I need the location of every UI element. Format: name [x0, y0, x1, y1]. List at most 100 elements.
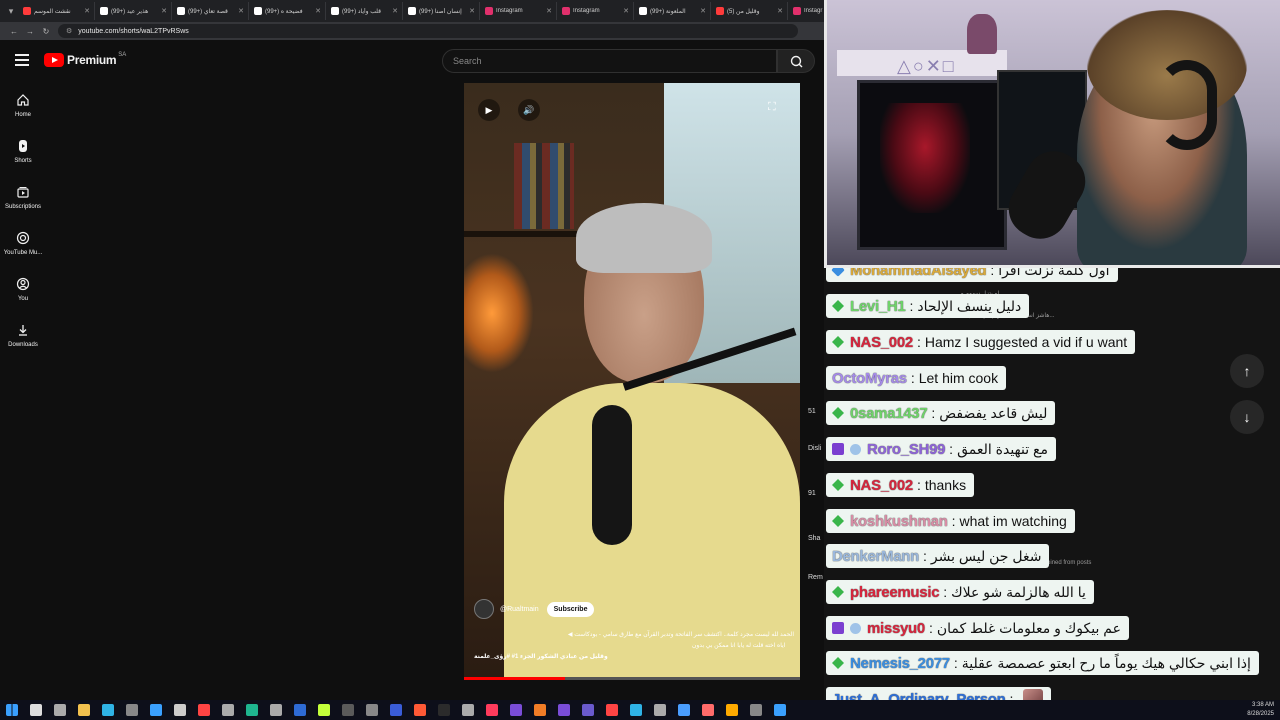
app-icon[interactable]	[174, 704, 186, 716]
chat-username[interactable]: NAS_002	[850, 477, 913, 494]
chat-username[interactable]: Nemesis_2077	[850, 655, 950, 672]
edge-icon[interactable]	[102, 704, 114, 716]
short-description[interactable]: الحمد لله ليست مجرد كلمة.. اكتشف سر الفا…	[474, 631, 794, 640]
chat-username[interactable]: phareemusic	[850, 584, 940, 601]
forward-icon[interactable]: →	[22, 27, 38, 36]
close-tab-icon[interactable]: ✕	[777, 7, 783, 15]
app-icon[interactable]	[582, 704, 594, 716]
app-icon[interactable]	[654, 704, 666, 716]
app-icon[interactable]	[366, 704, 378, 716]
address-bar[interactable]: ⚙ youtube.com/shorts/waL2TPvRSws	[58, 24, 798, 38]
browser-tab[interactable]: (99+) الملعونة ✕	[635, 2, 711, 20]
close-tab-icon[interactable]: ✕	[700, 7, 706, 15]
app-icon[interactable]	[558, 704, 570, 716]
browser-tab[interactable]: (99+) قصة تعاي ✕	[173, 2, 249, 20]
scroll-up-button[interactable]: ↑	[1230, 354, 1264, 388]
chat-username[interactable]: DenkerMann	[832, 548, 919, 565]
app-icon[interactable]	[390, 704, 402, 716]
chat-username[interactable]: Levi_H1	[850, 298, 906, 315]
shorts-video-player[interactable]: ▶ 🔊 ⛶ @Rualtmain Subscribe الحمد لله ليس…	[464, 83, 800, 680]
browser-tab[interactable]: نقشت الموسم ✕	[19, 2, 95, 20]
video-progress-fill	[464, 677, 565, 680]
chat-username[interactable]: 0sama1437	[850, 405, 928, 422]
app-icon[interactable]	[342, 704, 354, 716]
sidebar-item-shorts[interactable]: Shorts	[0, 128, 46, 174]
app-icon[interactable]	[534, 704, 546, 716]
app-icon[interactable]	[438, 704, 450, 716]
app-icon[interactable]	[750, 704, 762, 716]
browser-icon[interactable]	[150, 704, 162, 716]
browser-tab[interactable]: (99+) قلب وأياد ✕	[327, 2, 403, 20]
webcam-figure	[967, 14, 997, 54]
app-icon[interactable]	[486, 704, 498, 716]
close-tab-icon[interactable]: ✕	[623, 7, 629, 15]
channel-name[interactable]: @Rualtmain	[500, 606, 539, 613]
menu-icon[interactable]	[15, 54, 29, 66]
close-tab-icon[interactable]: ✕	[84, 7, 90, 15]
chat-text: thanks	[924, 477, 967, 493]
volume-button[interactable]: 🔊	[518, 99, 540, 121]
settings-icon[interactable]	[126, 704, 138, 716]
app-icon[interactable]	[294, 704, 306, 716]
back-icon[interactable]: ←	[6, 27, 22, 36]
app-icon[interactable]	[222, 704, 234, 716]
address-row: ← → ↻ ⚙ youtube.com/shorts/waL2TPvRSws	[0, 22, 824, 40]
close-tab-icon[interactable]: ✕	[546, 7, 552, 15]
close-tab-icon[interactable]: ✕	[392, 7, 398, 15]
browser-tab[interactable]: (99+) فضيحة ه ✕	[250, 2, 326, 20]
close-tab-icon[interactable]: ✕	[161, 7, 167, 15]
tab-favicon-icon	[408, 7, 416, 15]
app-icon[interactable]	[318, 704, 330, 716]
tab-search-icon[interactable]: ▾	[4, 6, 18, 17]
system-clock[interactable]: 3:38 AM 8/28/2025	[1247, 701, 1274, 719]
sidebar-item-youtube-music[interactable]: YouTube Mu...	[0, 220, 46, 266]
browser-tab[interactable]: (5) وقليل من ✕	[712, 2, 788, 20]
fullscreen-icon[interactable]: ⛶	[768, 101, 784, 117]
app-icon[interactable]	[678, 704, 690, 716]
app-icon[interactable]	[198, 704, 210, 716]
site-info-icon[interactable]: ⚙	[66, 27, 72, 35]
app-icon[interactable]	[774, 704, 786, 716]
expand-description-icon[interactable]: ◀	[568, 632, 573, 638]
browser-tab[interactable]: Instagram ✕	[481, 2, 557, 20]
search-button[interactable]	[777, 49, 815, 73]
chat-username[interactable]: Roro_SH99	[867, 441, 945, 458]
chat-username[interactable]: missyu0	[867, 620, 925, 637]
app-icon[interactable]	[726, 704, 738, 716]
chat-username[interactable]: NAS_002	[850, 334, 913, 351]
app-icon[interactable]	[246, 704, 258, 716]
brand-label: Premium	[67, 53, 117, 67]
sidebar-item-home[interactable]: Home	[0, 82, 46, 128]
search-icon[interactable]	[30, 704, 42, 716]
sidebar-item-you[interactable]: You	[0, 266, 46, 312]
browser-tab[interactable]: Instagram ✕	[558, 2, 634, 20]
file-explorer-icon[interactable]	[78, 704, 90, 716]
tab-favicon-icon	[254, 7, 262, 15]
channel-avatar[interactable]	[474, 599, 494, 619]
app-icon[interactable]	[702, 704, 714, 716]
sidebar-item-subscriptions[interactable]: Subscriptions	[0, 174, 46, 220]
reload-icon[interactable]: ↻	[38, 27, 54, 36]
app-icon[interactable]	[630, 704, 642, 716]
video-progress-bar[interactable]	[464, 677, 800, 680]
close-tab-icon[interactable]: ✕	[238, 7, 244, 15]
youtube-logo[interactable]: Premium SA	[44, 52, 126, 67]
windows-icon[interactable]	[6, 704, 18, 716]
browser-tab[interactable]: (99+) إنسان أصنا ✕	[404, 2, 480, 20]
chat-username[interactable]: OctoMyras	[832, 370, 907, 387]
app-icon[interactable]	[606, 704, 618, 716]
scroll-down-button[interactable]: ↓	[1230, 400, 1264, 434]
app-icon[interactable]	[270, 704, 282, 716]
sidebar-item-downloads[interactable]: Downloads	[0, 312, 46, 358]
chat-username[interactable]: koshkushman	[850, 513, 948, 530]
subscribe-button[interactable]: Subscribe	[546, 601, 595, 617]
close-tab-icon[interactable]: ✕	[315, 7, 321, 15]
browser-tab[interactable]: (99+) هذير عيد ✕	[96, 2, 172, 20]
app-icon[interactable]	[462, 704, 474, 716]
close-tab-icon[interactable]: ✕	[469, 7, 475, 15]
app-icon[interactable]	[414, 704, 426, 716]
app-icon[interactable]	[510, 704, 522, 716]
task-view-icon[interactable]	[54, 704, 66, 716]
search-input[interactable]: Search	[442, 49, 777, 73]
play-button[interactable]: ▶	[478, 99, 500, 121]
